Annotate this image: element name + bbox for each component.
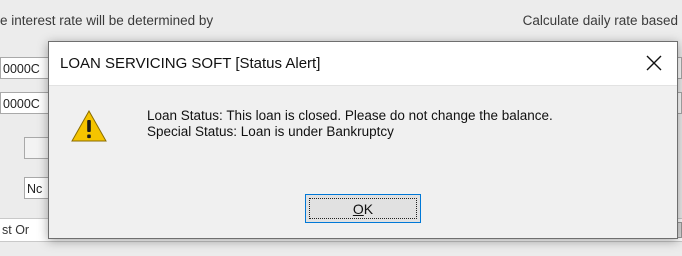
dialog-titlebar[interactable]: LOAN SERVICING SOFT [Status Alert] <box>49 42 677 86</box>
close-icon <box>646 55 662 71</box>
close-button[interactable] <box>631 42 677 85</box>
background-rate-label: e interest rate will be determined by <box>0 13 214 28</box>
message-special-status: Special Status: Loan is under Bankruptcy <box>147 124 394 139</box>
status-alert-dialog: LOAN SERVICING SOFT [Status Alert] Loan … <box>48 41 678 239</box>
ok-mnemonic: O <box>352 200 364 217</box>
ok-button-label: OK <box>353 201 373 217</box>
ok-label-rest: K <box>363 200 374 217</box>
background-daily-rate-label: Calculate daily rate based <box>522 13 678 28</box>
warning-icon <box>71 110 107 142</box>
message-loan-status: Loan Status: This loan is closed. Please… <box>147 108 553 123</box>
dialog-title: LOAN SERVICING SOFT [Status Alert] <box>60 55 321 72</box>
dialog-message: Loan Status: This loan is closed. Please… <box>147 108 553 140</box>
ok-button[interactable]: OK <box>305 194 421 223</box>
